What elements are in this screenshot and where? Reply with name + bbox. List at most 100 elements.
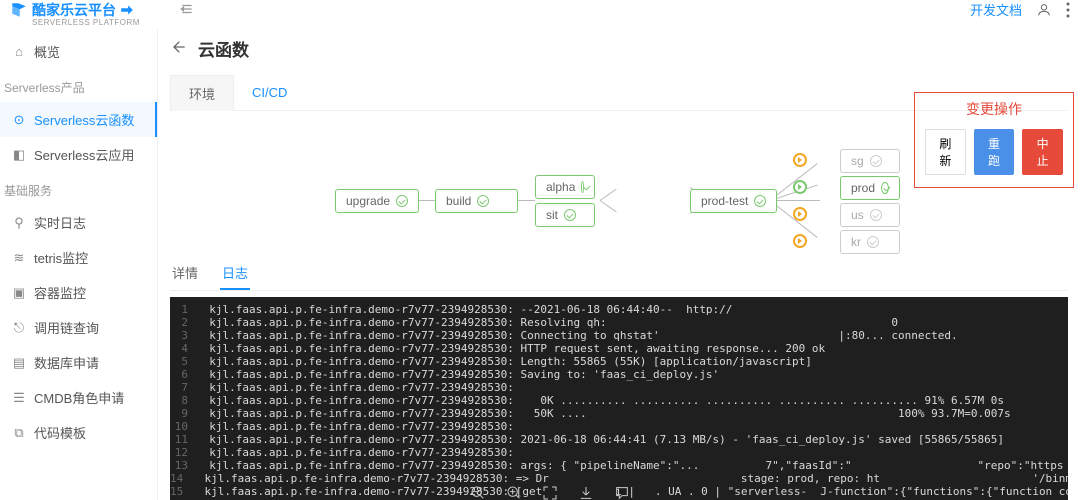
port-icon <box>793 207 807 221</box>
pipeline-node-us[interactable]: us <box>840 203 900 227</box>
sidebar-label: tetris监控 <box>34 248 88 267</box>
log-line: 10 kjl.faas.api.p.fe-infra.demo-r7v77-23… <box>170 420 1068 433</box>
sidebar-label: 数据库申请 <box>34 353 99 372</box>
sidebar-item-container[interactable]: ▣ 容器监控 <box>0 275 157 310</box>
subtab-detail[interactable]: 详情 <box>170 257 200 290</box>
check-icon <box>881 182 889 194</box>
check-icon <box>396 195 408 207</box>
sidebar-label: 实时日志 <box>34 213 86 232</box>
log-line: 3 kjl.faas.api.p.fe-infra.demo-r7v77-239… <box>170 329 1068 342</box>
subtab-log[interactable]: 日志 <box>220 257 250 290</box>
comment-icon[interactable] <box>614 485 630 500</box>
brand-subtitle: SERVERLESS PLATFORM <box>32 18 140 27</box>
log-line: 1 kjl.faas.api.p.fe-infra.demo-r7v77-239… <box>170 303 1068 316</box>
sidebar-group-serverless: Serverless产品 <box>0 69 157 102</box>
sidebar-collapse-icon[interactable] <box>180 2 194 19</box>
node-label: prod <box>851 181 875 195</box>
sidebar-label: Serverless云函数 <box>34 110 134 129</box>
pipeline-graph: upgrade build alpha sit prod-test sg pro… <box>170 123 1068 253</box>
node-label: kr <box>851 235 861 249</box>
pipeline-node-upgrade[interactable]: upgrade <box>335 189 419 213</box>
code-icon: ⧉ <box>12 426 26 440</box>
sidebar-label: 代码模板 <box>34 423 86 442</box>
sidebar-item-trace[interactable]: ⎋调用链查询 <box>0 310 157 345</box>
function-icon: ⊙ <box>12 113 26 127</box>
node-label: build <box>446 194 471 208</box>
sidebar-item-db[interactable]: ▤ 数据库申请 <box>0 345 157 380</box>
log-line: 7 kjl.faas.api.p.fe-infra.demo-r7v77-239… <box>170 381 1068 394</box>
more-icon[interactable] <box>1066 2 1070 18</box>
sidebar-label: 概览 <box>34 42 60 61</box>
zoom-in-icon[interactable] <box>506 485 522 500</box>
log-line: 9 kjl.faas.api.p.fe-infra.demo-r7v77-239… <box>170 407 1068 420</box>
detail-tabs: 详情 日志 <box>170 257 1068 291</box>
check-icon <box>477 195 489 207</box>
check-icon <box>754 195 766 207</box>
node-label: alpha <box>546 180 575 194</box>
sidebar-item-cmdb[interactable]: ☰ CMDB角色申请 <box>0 380 157 415</box>
app-icon: ◧ <box>12 148 26 162</box>
status-icon <box>870 209 882 221</box>
node-label: us <box>851 208 864 222</box>
monitor-icon: ≋ <box>12 251 26 265</box>
fullscreen-icon[interactable] <box>542 485 558 500</box>
sidebar-item-tetris[interactable]: ≋ tetris监控 <box>0 240 157 275</box>
pipeline-node-sit[interactable]: sit <box>535 203 595 227</box>
pipeline-node-prod[interactable]: prod <box>840 176 900 200</box>
sidebar-label: 调用链查询 <box>34 318 99 337</box>
sidebar-item-cloudapp[interactable]: ◧ Serverless云应用 <box>0 137 157 172</box>
log-line: 2 kjl.faas.api.p.fe-infra.demo-r7v77-239… <box>170 316 1068 329</box>
port-icon <box>793 180 807 194</box>
page-title: 云函数 <box>198 36 249 61</box>
pipeline-node-prodtest[interactable]: prod-test <box>690 189 777 213</box>
port-icon <box>793 234 807 248</box>
sidebar-item-cloudfn[interactable]: ⊙ Serverless云函数 <box>0 102 157 137</box>
tab-env[interactable]: 环境 <box>170 75 234 111</box>
node-label: prod-test <box>701 194 748 208</box>
log-viewer[interactable]: 1 kjl.faas.api.p.fe-infra.demo-r7v77-239… <box>170 297 1068 500</box>
sidebar-label: 容器监控 <box>34 283 86 302</box>
sidebar-item-realtime-log[interactable]: ⚲ 实时日志 <box>0 205 157 240</box>
node-label: sit <box>546 208 558 222</box>
sidebar-item-overview[interactable]: ⌂ 概览 <box>0 34 157 69</box>
sidebar-label: Serverless云应用 <box>34 145 134 164</box>
pipeline-node-sg[interactable]: sg <box>840 149 900 173</box>
pipeline-node-alpha[interactable]: alpha <box>535 175 595 199</box>
brand-name: 酷家乐云平台 <box>32 0 116 20</box>
status-icon <box>867 236 879 248</box>
container-icon: ▣ <box>12 286 26 300</box>
log-line: 13 kjl.faas.api.p.fe-infra.demo-r7v77-23… <box>170 459 1068 472</box>
log-line: 12 kjl.faas.api.p.fe-infra.demo-r7v77-23… <box>170 446 1068 459</box>
log-line: 8 kjl.faas.api.p.fe-infra.demo-r7v77-239… <box>170 394 1068 407</box>
log-line: 11 kjl.faas.api.p.fe-infra.demo-r7v77-23… <box>170 433 1068 446</box>
ops-title: 变更操作 <box>925 99 1063 119</box>
log-line: 6 kjl.faas.api.p.fe-infra.demo-r7v77-239… <box>170 368 1068 381</box>
pipeline-node-build[interactable]: build <box>435 189 518 213</box>
sidebar-item-code-template[interactable]: ⧉ 代码模板 <box>0 415 157 450</box>
search-icon: ⚲ <box>12 216 26 230</box>
sidebar: ⌂ 概览 Serverless产品 ⊙ Serverless云函数 ◧ Serverl… <box>0 30 158 500</box>
log-line: 5 kjl.faas.api.p.fe-infra.demo-r7v77-239… <box>170 355 1068 368</box>
tab-cicd[interactable]: CI/CD <box>234 77 305 108</box>
log-line: 14 kjl.faas.api.p.fe-infra.demo-r7v77-23… <box>170 472 1068 485</box>
status-icon <box>870 155 882 167</box>
check-icon <box>564 209 576 221</box>
sidebar-label: CMDB角色申请 <box>34 388 124 407</box>
user-icon[interactable] <box>1036 2 1052 18</box>
log-toolbar <box>470 485 630 500</box>
download-icon[interactable] <box>578 485 594 500</box>
back-arrow-icon[interactable] <box>170 39 186 58</box>
log-line: 4 kjl.faas.api.p.fe-infra.demo-r7v77-239… <box>170 342 1068 355</box>
check-icon <box>581 181 584 193</box>
sidebar-group-basic: 基础服务 <box>0 172 157 205</box>
zoom-out-icon[interactable] <box>470 485 486 500</box>
home-icon: ⌂ <box>12 45 26 59</box>
database-icon: ▤ <box>12 356 26 370</box>
pipeline-node-kr[interactable]: kr <box>840 230 900 254</box>
port-icon <box>793 153 807 167</box>
node-label: upgrade <box>346 194 390 208</box>
node-label: sg <box>851 154 864 168</box>
brand-logo-icon <box>10 1 28 19</box>
role-icon: ☰ <box>12 391 26 405</box>
dev-docs-link[interactable]: 开发文档 <box>970 0 1022 19</box>
